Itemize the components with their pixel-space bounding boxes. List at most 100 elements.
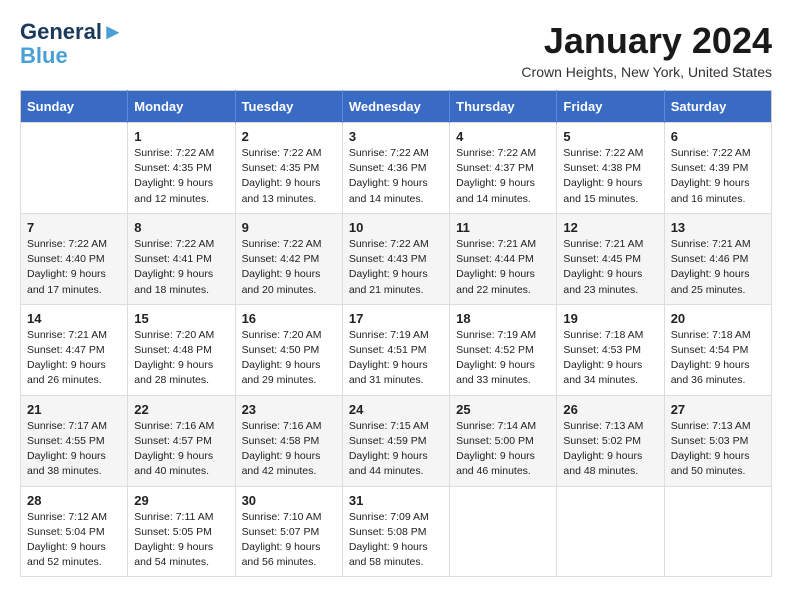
calendar-cell: 31 Sunrise: 7:09 AM Sunset: 5:08 PM Dayli…	[342, 486, 449, 577]
calendar-cell: 18 Sunrise: 7:19 AM Sunset: 4:52 PM Dayli…	[450, 304, 557, 395]
calendar-cell: 23 Sunrise: 7:16 AM Sunset: 4:58 PM Dayli…	[235, 395, 342, 486]
calendar-cell: 25 Sunrise: 7:14 AM Sunset: 5:00 PM Dayli…	[450, 395, 557, 486]
header-day-thursday: Thursday	[450, 91, 557, 123]
calendar-cell: 13Sunrise: 7:21 AM Sunset: 4:46 PM Dayli…	[664, 213, 771, 304]
day-number: 1	[134, 129, 228, 144]
day-info: Sunrise: 7:17 AM Sunset: 4:55 PM Dayligh…	[27, 419, 121, 480]
day-info: Sunrise: 7:21 AM Sunset: 4:45 PM Dayligh…	[563, 237, 657, 298]
calendar-table: SundayMondayTuesdayWednesdayThursdayFrid…	[20, 90, 772, 577]
day-info: Sunrise: 7:22 AM Sunset: 4:38 PM Dayligh…	[563, 146, 657, 207]
day-info: Sunrise: 7:18 AM Sunset: 4:53 PM Dayligh…	[563, 328, 657, 389]
calendar-cell: 4 Sunrise: 7:22 AM Sunset: 4:37 PM Daylig…	[450, 123, 557, 214]
day-number: 6	[671, 129, 765, 144]
day-number: 24	[349, 402, 443, 417]
day-number: 17	[349, 311, 443, 326]
day-number: 5	[563, 129, 657, 144]
day-number: 23	[242, 402, 336, 417]
day-number: 2	[242, 129, 336, 144]
calendar-week-row: 21 Sunrise: 7:17 AM Sunset: 4:55 PM Dayli…	[21, 395, 772, 486]
calendar-week-row: 7 Sunrise: 7:22 AM Sunset: 4:40 PM Daylig…	[21, 213, 772, 304]
day-number: 10	[349, 220, 443, 235]
day-number: 22	[134, 402, 228, 417]
day-info: Sunrise: 7:22 AM Sunset: 4:42 PM Dayligh…	[242, 237, 336, 298]
day-number: 16	[242, 311, 336, 326]
logo-text: General► Blue	[20, 20, 124, 68]
day-number: 25	[456, 402, 550, 417]
day-number: 26	[563, 402, 657, 417]
day-number: 14	[27, 311, 121, 326]
logo: General► Blue	[20, 20, 124, 68]
calendar-cell	[664, 486, 771, 577]
day-info: Sunrise: 7:21 AM Sunset: 4:44 PM Dayligh…	[456, 237, 550, 298]
title-block: January 2024 Crown Heights, New York, Un…	[521, 20, 772, 80]
calendar-cell: 28 Sunrise: 7:12 AM Sunset: 5:04 PM Dayli…	[21, 486, 128, 577]
day-info: Sunrise: 7:14 AM Sunset: 5:00 PM Dayligh…	[456, 419, 550, 480]
day-number: 15	[134, 311, 228, 326]
day-number: 13	[671, 220, 765, 235]
day-number: 27	[671, 402, 765, 417]
day-number: 4	[456, 129, 550, 144]
day-number: 12	[563, 220, 657, 235]
calendar-cell: 6 Sunrise: 7:22 AM Sunset: 4:39 PM Daylig…	[664, 123, 771, 214]
calendar-cell	[557, 486, 664, 577]
header-day-saturday: Saturday	[664, 91, 771, 123]
calendar-cell: 1Sunrise: 7:22 AM Sunset: 4:35 PM Daylig…	[128, 123, 235, 214]
day-info: Sunrise: 7:19 AM Sunset: 4:52 PM Dayligh…	[456, 328, 550, 389]
calendar-cell: 8Sunrise: 7:22 AM Sunset: 4:41 PM Daylig…	[128, 213, 235, 304]
day-info: Sunrise: 7:10 AM Sunset: 5:07 PM Dayligh…	[242, 510, 336, 571]
calendar-cell: 11 Sunrise: 7:21 AM Sunset: 4:44 PM Dayli…	[450, 213, 557, 304]
day-info: Sunrise: 7:16 AM Sunset: 4:58 PM Dayligh…	[242, 419, 336, 480]
day-info: Sunrise: 7:09 AM Sunset: 5:08 PM Dayligh…	[349, 510, 443, 571]
calendar-cell: 7 Sunrise: 7:22 AM Sunset: 4:40 PM Daylig…	[21, 213, 128, 304]
calendar-cell	[21, 123, 128, 214]
day-info: Sunrise: 7:16 AM Sunset: 4:57 PM Dayligh…	[134, 419, 228, 480]
header-day-friday: Friday	[557, 91, 664, 123]
day-number: 19	[563, 311, 657, 326]
calendar-cell: 12 Sunrise: 7:21 AM Sunset: 4:45 PM Dayli…	[557, 213, 664, 304]
header-day-wednesday: Wednesday	[342, 91, 449, 123]
location: Crown Heights, New York, United States	[521, 64, 772, 80]
calendar-week-row: 14 Sunrise: 7:21 AM Sunset: 4:47 PM Dayli…	[21, 304, 772, 395]
calendar-week-row: 28 Sunrise: 7:12 AM Sunset: 5:04 PM Dayli…	[21, 486, 772, 577]
day-info: Sunrise: 7:22 AM Sunset: 4:37 PM Dayligh…	[456, 146, 550, 207]
day-info: Sunrise: 7:12 AM Sunset: 5:04 PM Dayligh…	[27, 510, 121, 571]
day-info: Sunrise: 7:13 AM Sunset: 5:03 PM Dayligh…	[671, 419, 765, 480]
calendar-cell	[450, 486, 557, 577]
calendar-cell: 30 Sunrise: 7:10 AM Sunset: 5:07 PM Dayli…	[235, 486, 342, 577]
day-info: Sunrise: 7:11 AM Sunset: 5:05 PM Dayligh…	[134, 510, 228, 571]
day-number: 30	[242, 493, 336, 508]
calendar-cell: 16 Sunrise: 7:20 AM Sunset: 4:50 PM Dayli…	[235, 304, 342, 395]
day-number: 3	[349, 129, 443, 144]
day-info: Sunrise: 7:22 AM Sunset: 4:40 PM Dayligh…	[27, 237, 121, 298]
calendar-cell: 15 Sunrise: 7:20 AM Sunset: 4:48 PM Dayli…	[128, 304, 235, 395]
calendar-week-row: 1Sunrise: 7:22 AM Sunset: 4:35 PM Daylig…	[21, 123, 772, 214]
day-number: 7	[27, 220, 121, 235]
calendar-header-row: SundayMondayTuesdayWednesdayThursdayFrid…	[21, 91, 772, 123]
day-number: 21	[27, 402, 121, 417]
day-info: Sunrise: 7:15 AM Sunset: 4:59 PM Dayligh…	[349, 419, 443, 480]
calendar-cell: 21 Sunrise: 7:17 AM Sunset: 4:55 PM Dayli…	[21, 395, 128, 486]
day-number: 18	[456, 311, 550, 326]
calendar-cell: 26 Sunrise: 7:13 AM Sunset: 5:02 PM Dayli…	[557, 395, 664, 486]
page-header: General► Blue January 2024 Crown Heights…	[20, 20, 772, 80]
calendar-cell: 10Sunrise: 7:22 AM Sunset: 4:43 PM Dayli…	[342, 213, 449, 304]
day-number: 20	[671, 311, 765, 326]
calendar-cell: 2Sunrise: 7:22 AM Sunset: 4:35 PM Daylig…	[235, 123, 342, 214]
calendar-cell: 27 Sunrise: 7:13 AM Sunset: 5:03 PM Dayli…	[664, 395, 771, 486]
day-number: 31	[349, 493, 443, 508]
day-number: 28	[27, 493, 121, 508]
day-info: Sunrise: 7:13 AM Sunset: 5:02 PM Dayligh…	[563, 419, 657, 480]
header-day-monday: Monday	[128, 91, 235, 123]
calendar-cell: 17 Sunrise: 7:19 AM Sunset: 4:51 PM Dayli…	[342, 304, 449, 395]
day-number: 11	[456, 220, 550, 235]
day-info: Sunrise: 7:20 AM Sunset: 4:50 PM Dayligh…	[242, 328, 336, 389]
day-info: Sunrise: 7:22 AM Sunset: 4:36 PM Dayligh…	[349, 146, 443, 207]
day-info: Sunrise: 7:22 AM Sunset: 4:39 PM Dayligh…	[671, 146, 765, 207]
day-info: Sunrise: 7:21 AM Sunset: 4:47 PM Dayligh…	[27, 328, 121, 389]
day-number: 8	[134, 220, 228, 235]
day-info: Sunrise: 7:19 AM Sunset: 4:51 PM Dayligh…	[349, 328, 443, 389]
calendar-cell: 5 Sunrise: 7:22 AM Sunset: 4:38 PM Daylig…	[557, 123, 664, 214]
day-info: Sunrise: 7:20 AM Sunset: 4:48 PM Dayligh…	[134, 328, 228, 389]
calendar-cell: 19 Sunrise: 7:18 AM Sunset: 4:53 PM Dayli…	[557, 304, 664, 395]
calendar-cell: 3 Sunrise: 7:22 AM Sunset: 4:36 PM Daylig…	[342, 123, 449, 214]
